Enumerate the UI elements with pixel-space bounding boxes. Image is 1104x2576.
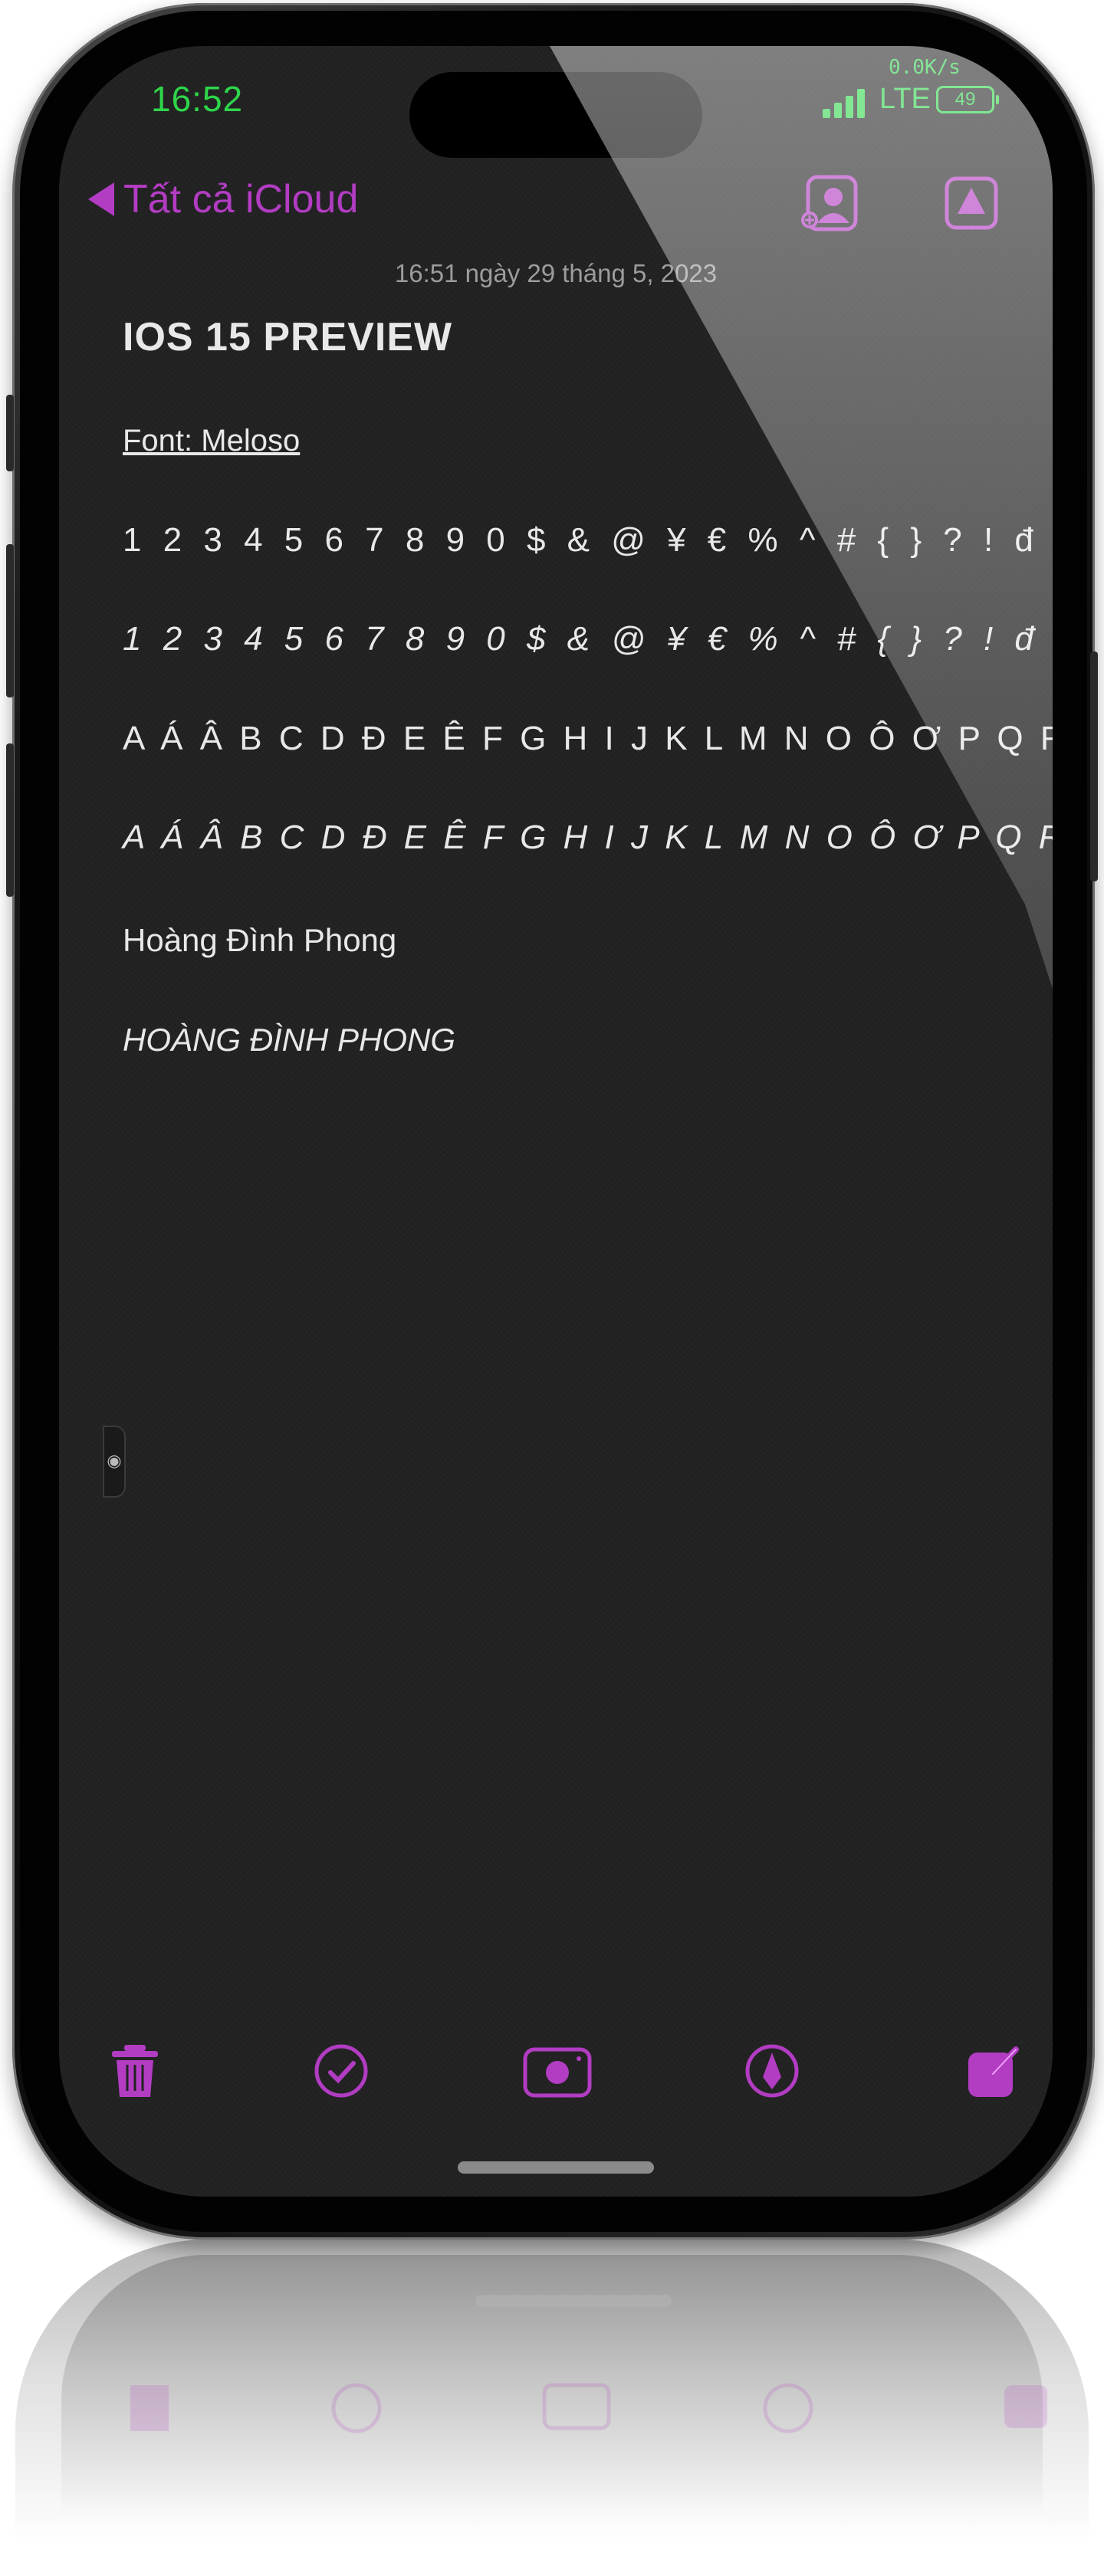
share-person-icon[interactable] xyxy=(800,172,862,234)
dynamic-island xyxy=(409,72,702,158)
camera-icon[interactable] xyxy=(522,2042,593,2100)
network-speed: 0.0K/s xyxy=(889,56,961,79)
sample-name: Hoàng Đình Phong xyxy=(123,922,397,958)
cellular-signal-icon xyxy=(823,89,865,118)
font-label: Font: Meloso xyxy=(123,424,301,458)
side-handle[interactable]: ◉ xyxy=(103,1426,126,1498)
note-title: IOS 15 PREVIEW xyxy=(123,315,453,359)
volume-down-button xyxy=(6,743,14,897)
reflection-home-indicator xyxy=(475,2295,672,2307)
status-time: 16:52 xyxy=(151,79,244,119)
compose-icon[interactable] xyxy=(964,2042,1022,2100)
notes-screen: 16:52 0.0K/s LTE 49 Tất cả iCloud 16:51 … xyxy=(59,46,1053,2197)
markup-icon[interactable] xyxy=(743,2042,801,2100)
battery-indicator: 49 xyxy=(936,86,999,113)
action-button xyxy=(6,395,14,471)
charset-letters-italic: A Á Â B C D Đ E Ê F G H I J K L M N O Ô … xyxy=(123,819,1053,856)
checklist-icon[interactable] xyxy=(312,2042,370,2100)
network-type: LTE xyxy=(879,83,931,115)
back-button[interactable]: Tất cả iCloud xyxy=(88,176,358,222)
screen-glare xyxy=(550,46,1053,989)
trash-icon[interactable] xyxy=(106,2042,164,2100)
reflection-toolbar-icons xyxy=(130,2383,1047,2433)
back-arrow-icon xyxy=(88,182,114,216)
charset-numbers: 1 2 3 4 5 6 7 8 9 0 $ & @ ¥ € % ^ # { } … xyxy=(123,521,1040,559)
charset-numbers-italic: 1 2 3 4 5 6 7 8 9 0 $ & @ ¥ € % ^ # { } … xyxy=(123,620,1040,658)
power-button xyxy=(1090,651,1098,881)
back-label: Tất cả iCloud xyxy=(123,177,359,222)
charset-letters: A Á Â B C D Đ E Ê F G H I J K L M N O Ô … xyxy=(123,720,1053,757)
volume-up-button xyxy=(6,544,14,697)
home-indicator[interactable] xyxy=(458,2161,654,2174)
note-date: 16:51 ngày 29 tháng 5, 2023 xyxy=(394,259,718,287)
phone-reflection xyxy=(15,2240,1089,2546)
sample-name-italic: HOÀNG ĐÌNH PHONG xyxy=(123,1022,456,1058)
navigate-icon[interactable] xyxy=(941,172,1002,234)
